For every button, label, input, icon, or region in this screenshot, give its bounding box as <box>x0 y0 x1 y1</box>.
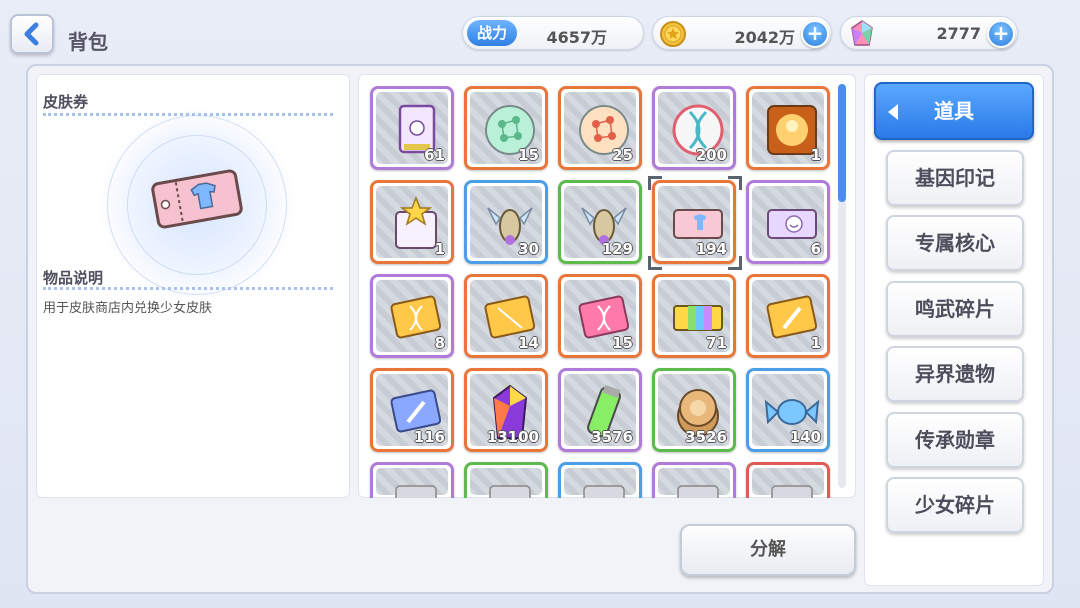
inventory-item[interactable]: 15 <box>464 86 548 170</box>
item-count: 14 <box>518 334 539 352</box>
item-count: 140 <box>789 428 821 446</box>
partial-item-icon <box>489 485 531 498</box>
item-slot-bg <box>470 468 542 498</box>
inventory-item[interactable]: 129 <box>558 180 642 264</box>
item-slot-bg: 140 <box>752 374 824 446</box>
item-count: 129 <box>601 240 633 258</box>
inventory-item[interactable]: 140 <box>746 368 830 452</box>
inventory-item[interactable] <box>652 462 736 498</box>
item-slot-bg: 200 <box>658 92 730 164</box>
inventory-item[interactable]: 25 <box>558 86 642 170</box>
item-slot-bg: 1 <box>376 186 448 258</box>
partial-item-icon <box>771 485 813 498</box>
item-slot-bg: 61 <box>376 92 448 164</box>
inventory-item[interactable]: 6 <box>746 180 830 264</box>
inventory-item[interactable] <box>464 462 548 498</box>
item-count: 15 <box>612 334 633 352</box>
item-slot-bg: 1 <box>752 280 824 352</box>
item-count: 1 <box>810 334 821 352</box>
item-slot-bg <box>752 468 824 498</box>
item-count: 3526 <box>685 428 727 446</box>
category-label: 道具 <box>934 99 974 123</box>
active-indicator-icon <box>888 104 898 120</box>
inventory-item[interactable]: 3526 <box>652 368 736 452</box>
item-slot-bg: 194 <box>658 186 730 258</box>
item-slot-bg: 25 <box>564 92 636 164</box>
item-slot-bg: 13100 <box>470 374 542 446</box>
decompose-button[interactable]: 分解 <box>680 524 856 576</box>
item-slot-bg <box>564 468 636 498</box>
inventory-item[interactable]: 1 <box>746 86 830 170</box>
inventory-item[interactable] <box>746 462 830 498</box>
item-count: 25 <box>612 146 633 164</box>
item-slot-bg: 3526 <box>658 374 730 446</box>
item-count: 71 <box>706 334 727 352</box>
inventory-item[interactable]: 15 <box>558 274 642 358</box>
inventory-item[interactable]: 8 <box>370 274 454 358</box>
category-tab-weapon-fragment[interactable]: 鸣武碎片 <box>886 281 1024 337</box>
item-slot-bg: 71 <box>658 280 730 352</box>
category-tab-items[interactable]: 道具 <box>874 82 1034 140</box>
item-count: 116 <box>413 428 445 446</box>
item-slot-bg <box>658 468 730 498</box>
inventory-item[interactable]: 61 <box>370 86 454 170</box>
inventory-item[interactable]: 14 <box>464 274 548 358</box>
item-slot-bg: 116 <box>376 374 448 446</box>
inventory-item[interactable] <box>558 462 642 498</box>
inventory-item[interactable]: 71 <box>652 274 736 358</box>
scrollbar-thumb[interactable] <box>838 84 846 202</box>
inventory-item[interactable]: 13100 <box>464 368 548 452</box>
inventory-item[interactable]: 200 <box>652 86 736 170</box>
item-count: 200 <box>695 146 727 164</box>
item-slot-bg: 129 <box>564 186 636 258</box>
category-tab-medal[interactable]: 传承勋章 <box>886 412 1024 468</box>
item-count: 1 <box>434 240 445 258</box>
category-tab-gene-mark[interactable]: 基因印记 <box>886 150 1024 206</box>
item-slot-bg: 1 <box>752 92 824 164</box>
partial-item-icon <box>677 485 719 498</box>
grid-scrollbar[interactable] <box>838 84 846 488</box>
item-count: 1 <box>810 146 821 164</box>
inventory-item[interactable]: 116 <box>370 368 454 452</box>
item-count: 8 <box>434 334 445 352</box>
inventory-item[interactable]: 30 <box>464 180 548 264</box>
item-count: 30 <box>518 240 539 258</box>
partial-item-icon <box>395 485 437 498</box>
item-count: 61 <box>424 146 445 164</box>
item-slot-bg: 3576 <box>564 374 636 446</box>
category-tab-exclusive-core[interactable]: 专属核心 <box>886 215 1024 271</box>
item-count: 194 <box>695 240 727 258</box>
item-slot-bg: 15 <box>564 280 636 352</box>
item-slot-bg: 15 <box>470 92 542 164</box>
item-count: 3576 <box>591 428 633 446</box>
item-count: 13100 <box>486 428 539 446</box>
category-tab-relic[interactable]: 异界遗物 <box>886 346 1024 402</box>
inventory-item[interactable] <box>370 462 454 498</box>
partial-item-icon <box>583 485 625 498</box>
item-slot-bg: 14 <box>470 280 542 352</box>
inventory-item[interactable]: 1 <box>370 180 454 264</box>
item-slot-bg <box>376 468 448 498</box>
item-count: 6 <box>810 240 821 258</box>
item-slot-bg: 8 <box>376 280 448 352</box>
inventory-item[interactable]: 194 <box>652 180 736 264</box>
item-slot-bg: 6 <box>752 186 824 258</box>
inventory-item[interactable]: 3576 <box>558 368 642 452</box>
item-count: 15 <box>518 146 539 164</box>
inventory-item[interactable]: 1 <box>746 274 830 358</box>
item-slot-bg: 30 <box>470 186 542 258</box>
category-tab-girl-fragment[interactable]: 少女碎片 <box>886 477 1024 533</box>
